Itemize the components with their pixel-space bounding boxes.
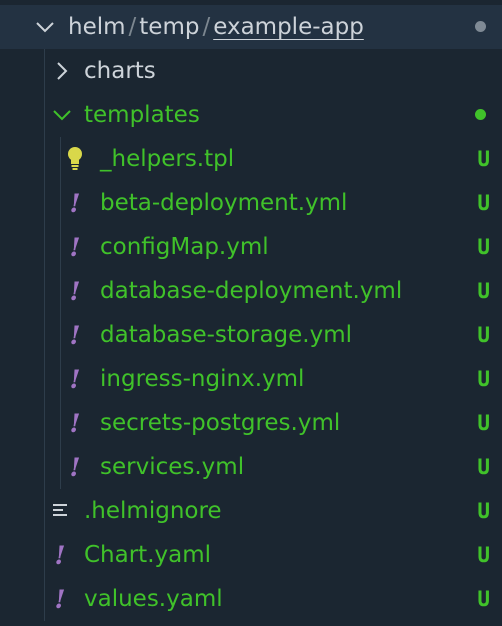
folder-label: templates bbox=[84, 102, 200, 128]
folder-row-charts[interactable]: charts bbox=[0, 49, 502, 93]
untracked-status-badge: U bbox=[477, 191, 490, 215]
chevron-down-icon[interactable] bbox=[51, 104, 73, 126]
untracked-status-badge: U bbox=[477, 235, 490, 259]
file-label: Chart.yaml bbox=[84, 542, 212, 568]
yaml-exclamation-icon: ! bbox=[69, 232, 81, 262]
file-row[interactable]: ! database-storage.yml U bbox=[0, 313, 502, 357]
yaml-exclamation-icon: ! bbox=[69, 364, 81, 394]
untracked-status-badge: U bbox=[477, 499, 490, 523]
file-row[interactable]: ! values.yaml U bbox=[0, 577, 502, 621]
file-row[interactable]: ! beta-deployment.yml U bbox=[0, 181, 502, 225]
file-row[interactable]: ! services.yml U bbox=[0, 445, 502, 489]
breadcrumb-separator: / bbox=[202, 14, 211, 40]
file-row[interactable]: .helmignore U bbox=[0, 489, 502, 533]
untracked-status-badge: U bbox=[477, 367, 490, 391]
untracked-status-badge: U bbox=[477, 455, 490, 479]
lines-icon bbox=[52, 496, 70, 526]
file-row[interactable]: ! Chart.yaml U bbox=[0, 533, 502, 577]
breadcrumb-segment[interactable]: helm bbox=[68, 14, 126, 40]
chevron-down-icon[interactable] bbox=[34, 16, 56, 38]
file-row[interactable]: ! secrets-postgres.yml U bbox=[0, 401, 502, 445]
chevron-right-icon[interactable] bbox=[51, 60, 73, 82]
folder-row-templates[interactable]: templates bbox=[0, 93, 502, 137]
untracked-status-badge: U bbox=[477, 543, 490, 567]
file-label: beta-deployment.yml bbox=[100, 190, 348, 216]
file-row[interactable]: ! ingress-nginx.yml U bbox=[0, 357, 502, 401]
file-label: secrets-postgres.yml bbox=[100, 410, 341, 436]
file-explorer: helm / temp / example-app charts templates bbox=[0, 0, 502, 626]
untracked-status-badge: U bbox=[477, 323, 490, 347]
yaml-exclamation-icon: ! bbox=[69, 452, 81, 482]
untracked-status-badge: U bbox=[477, 587, 490, 611]
file-label: .helmignore bbox=[84, 498, 222, 524]
file-row[interactable]: _helpers.tpl U bbox=[0, 137, 502, 181]
modified-dot-icon bbox=[475, 109, 486, 120]
breadcrumb-segment[interactable]: temp bbox=[139, 14, 199, 40]
untracked-status-badge: U bbox=[477, 411, 490, 435]
folder-label: charts bbox=[84, 58, 156, 84]
file-row[interactable]: ! database-deployment.yml U bbox=[0, 269, 502, 313]
file-label: database-storage.yml bbox=[100, 322, 353, 348]
modified-dot-icon bbox=[475, 21, 486, 32]
untracked-status-badge: U bbox=[477, 279, 490, 303]
root-folder-row[interactable]: helm / temp / example-app bbox=[0, 5, 502, 49]
file-label: configMap.yml bbox=[100, 234, 269, 260]
file-label: values.yaml bbox=[84, 586, 223, 612]
untracked-status-badge: U bbox=[477, 147, 490, 171]
yaml-exclamation-icon: ! bbox=[54, 540, 66, 570]
yaml-exclamation-icon: ! bbox=[69, 320, 81, 350]
yaml-exclamation-icon: ! bbox=[69, 188, 81, 218]
lightbulb-icon bbox=[66, 144, 84, 174]
breadcrumb-separator: / bbox=[128, 14, 137, 40]
file-label: ingress-nginx.yml bbox=[100, 366, 305, 392]
file-label: services.yml bbox=[100, 454, 245, 480]
yaml-exclamation-icon: ! bbox=[69, 408, 81, 438]
yaml-exclamation-icon: ! bbox=[69, 276, 81, 306]
file-row[interactable]: ! configMap.yml U bbox=[0, 225, 502, 269]
yaml-exclamation-icon: ! bbox=[54, 584, 66, 614]
breadcrumb-segment-active[interactable]: example-app bbox=[213, 14, 364, 40]
breadcrumb: helm / temp / example-app bbox=[68, 5, 364, 49]
file-label: _helpers.tpl bbox=[100, 146, 235, 172]
file-label: database-deployment.yml bbox=[100, 278, 403, 304]
